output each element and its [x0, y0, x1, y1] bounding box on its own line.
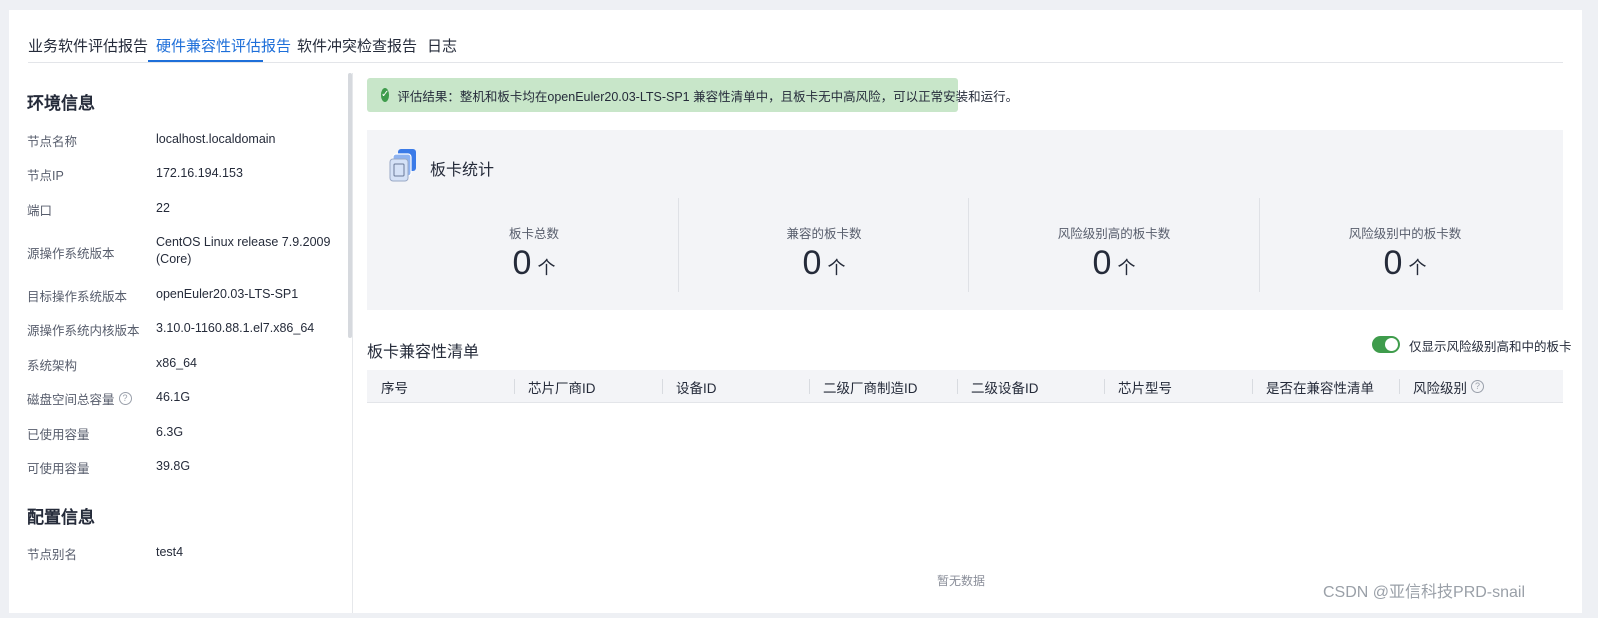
stat-label: 板卡总数: [508, 227, 559, 241]
stat-compatible-cards: 兼容的板卡数 0个: [679, 198, 969, 292]
stat-medium-risk-cards: 风险级别中的板卡数 0个: [1260, 198, 1550, 292]
stat-value-wrap: 0个: [1260, 244, 1550, 283]
stat-value: 0: [512, 244, 532, 282]
tab-bar: 业务软件评估报告 硬件兼容性评估报告 软件冲突检查报告 日志: [28, 10, 1563, 63]
col-risk-level-text: 风险级别: [1413, 380, 1467, 396]
env-label-port: 端口: [27, 204, 53, 218]
stat-high-risk-cards: 风险级别高的板卡数 0个: [969, 198, 1259, 292]
col-sub-vendor-id[interactable]: 二级厂商制造ID: [809, 370, 918, 403]
env-value-disk-total: 46.1G: [156, 390, 191, 404]
stat-label: 风险级别中的板卡数: [1348, 227, 1462, 241]
check-circle-icon: ✓: [381, 88, 390, 102]
help-icon[interactable]: ?: [118, 392, 132, 405]
env-value-node-name: localhost.localdomain: [156, 132, 276, 146]
watermark: CSDN @亚信科技PRD-snail: [1323, 584, 1526, 601]
env-label-node-ip: 节点IP: [27, 169, 64, 183]
card-stats-title: 板卡统计: [430, 162, 495, 179]
main-panel: 业务软件评估报告 硬件兼容性评估报告 软件冲突检查报告 日志 环境信息 节点名称…: [9, 10, 1582, 613]
tab-business-software-report[interactable]: 业务软件评估报告: [28, 35, 148, 56]
risk-filter-label: 仅显示风险级别高和中的板卡: [1409, 340, 1572, 354]
empty-state-text: 暂无数据: [937, 574, 986, 588]
env-label-kernel: 源操作系统内核版本: [27, 324, 140, 338]
stat-total-cards: 板卡总数 0个: [389, 198, 679, 292]
col-index[interactable]: 序号: [367, 370, 408, 403]
env-label-arch: 系统架构: [27, 359, 78, 373]
config-label-alias: 节点别名: [27, 548, 78, 562]
env-value-port: 22: [156, 201, 170, 215]
env-label-source-os: 源操作系统版本: [27, 247, 115, 261]
assessment-result-text: 评估结果：整机和板卡均在openEuler20.03-LTS-SP1 兼容性清单…: [397, 89, 1019, 104]
toggle-knob: [1385, 338, 1398, 351]
env-value-node-ip: 172.16.194.153: [156, 166, 243, 180]
col-chip-model[interactable]: 芯片型号: [1104, 370, 1172, 403]
env-label-disk-total-text: 磁盘空间总容量: [27, 393, 115, 407]
stat-value: 0: [802, 244, 822, 282]
tab-log[interactable]: 日志: [427, 35, 457, 56]
config-value-alias: test4: [156, 545, 184, 559]
env-value-arch: x86_64: [156, 356, 198, 370]
column-divider: [352, 73, 353, 613]
compat-table-header: 序号 芯片厂商ID 设备ID 二级厂商制造ID 二级设备ID 芯片型号 是否在兼…: [367, 370, 1563, 403]
risk-filter-toggle[interactable]: [1372, 336, 1400, 353]
col-in-compat-list[interactable]: 是否在兼容性清单: [1252, 370, 1374, 403]
card-stack-icon: [389, 148, 419, 182]
card-stats-panel: 板卡统计 板卡总数 0个 兼容的板卡数 0个 风险级别高的板卡数 0个 风险级别…: [367, 130, 1563, 310]
active-tab-indicator: [148, 60, 263, 62]
stat-value-wrap: 0个: [679, 244, 969, 283]
stat-value: 0: [1383, 244, 1403, 282]
env-label-disk-free: 可使用容量: [27, 462, 90, 476]
stat-label: 兼容的板卡数: [786, 227, 862, 241]
stat-unit: 个: [1408, 258, 1427, 278]
col-device-id[interactable]: 设备ID: [662, 370, 717, 403]
tab-software-conflict-report[interactable]: 软件冲突检查报告: [297, 35, 417, 56]
col-risk-level[interactable]: 风险级别 ?: [1399, 370, 1484, 403]
stat-unit: 个: [827, 258, 846, 278]
stat-value-wrap: 0个: [969, 244, 1259, 283]
stat-value: 0: [1092, 244, 1112, 282]
env-label-target-os: 目标操作系统版本: [27, 290, 128, 304]
env-value-kernel: 3.10.0-1160.88.1.el7.x86_64: [156, 321, 315, 335]
env-label-disk-total: 磁盘空间总容量 ?: [27, 389, 132, 408]
env-info-title: 环境信息: [27, 94, 95, 113]
assessment-result-banner: ✓ 评估结果：整机和板卡均在openEuler20.03-LTS-SP1 兼容性…: [367, 78, 1018, 112]
env-label-node-name: 节点名称: [27, 135, 78, 149]
env-value-target-os: openEuler20.03-LTS-SP1: [156, 287, 299, 301]
env-value-disk-used: 6.3G: [156, 425, 184, 439]
config-info-title: 配置信息: [27, 508, 95, 527]
env-value-source-os: CentOS Linux release 7.9.2009 (Core): [156, 235, 331, 266]
col-sub-device-id[interactable]: 二级设备ID: [957, 370, 1039, 403]
stat-value-wrap: 0个: [389, 244, 679, 283]
stat-unit: 个: [537, 258, 556, 278]
stat-unit: 个: [1117, 258, 1136, 278]
col-chip-vendor-id[interactable]: 芯片厂商ID: [514, 370, 596, 403]
stat-label: 风险级别高的板卡数: [1057, 227, 1171, 241]
env-label-disk-used: 已使用容量: [27, 428, 90, 442]
help-icon[interactable]: ?: [1471, 380, 1484, 393]
env-value-disk-free: 39.8G: [156, 459, 191, 473]
compat-list-title: 板卡兼容性清单: [367, 344, 480, 361]
tab-hardware-compat-report[interactable]: 硬件兼容性评估报告: [156, 35, 291, 56]
